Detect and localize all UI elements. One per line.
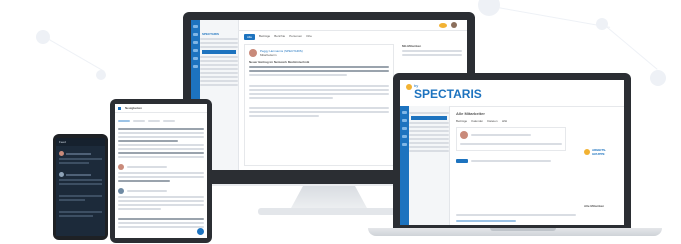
laptop-tab-calendar[interactable]: Kalender: [471, 119, 483, 123]
phone-screen: Feed: [56, 138, 105, 236]
tablet-compose-button[interactable]: [197, 228, 204, 235]
composer-avatar: [460, 131, 468, 139]
phone-post-avatar: [59, 151, 64, 156]
group-logo-line2: GRUPPE: [592, 152, 605, 156]
post-body: Neuer Beitrag im Netzwerk Medizintechnik: [249, 60, 310, 64]
background-dot: [96, 70, 106, 80]
monitor-stand-base: [258, 208, 400, 215]
post-author-avatar: [249, 49, 257, 57]
tablet-screen: Neuigkeiten: [115, 104, 207, 238]
logo-mark-icon: [406, 84, 412, 90]
laptop-tab-posts[interactable]: Beiträge: [456, 119, 467, 123]
laptop-notch: [490, 228, 556, 231]
laptop-app-sidebar: [400, 106, 409, 225]
tab-places[interactable]: Orte: [306, 34, 312, 40]
tablet-title: Neuigkeiten: [125, 106, 143, 110]
tablet-post-avatar: [118, 164, 124, 170]
post-card: Peggy Hermanns (SPECTARIS) Mitarbeiterin…: [244, 44, 394, 166]
tablet: Neuigkeiten: [110, 99, 212, 243]
desktop-nav-selected[interactable]: [202, 50, 236, 54]
smartphone: Feed: [53, 134, 108, 240]
laptop-right-panel-title: Alle Mitwirken: [584, 204, 605, 208]
laptop-page-title: Alle Mitarbeiter: [456, 112, 485, 116]
tablet-topbar: Neuigkeiten: [115, 104, 207, 113]
avatar[interactable]: [451, 22, 457, 28]
phone-topbar: Feed: [56, 138, 105, 146]
working-group-logo: ARBEITS- GRUPPE: [584, 148, 606, 156]
desktop-right-panel-title: Mit-Mitwirken: [402, 44, 422, 48]
tab-reports[interactable]: Berichte: [274, 34, 285, 40]
tab-all[interactable]: Alle: [244, 34, 256, 40]
background-dot: [650, 70, 666, 86]
logo-name: SPECTARIS: [414, 87, 482, 101]
laptop-screen: by SPECTARIS Alle Mitarbeiter Beiträge K…: [400, 80, 624, 225]
laptop-filter-button[interactable]: [456, 159, 468, 163]
background-line: [603, 24, 658, 70]
tablet-feed: [115, 113, 207, 233]
laptop-content: Alle Mitarbeiter Beiträge Kalender Datei…: [456, 112, 620, 225]
phone-feed: [56, 146, 105, 222]
background-line: [491, 6, 611, 28]
post-meta: Mitarbeiterin: [260, 53, 277, 57]
desktop-topbar: [238, 20, 467, 31]
phone-post-avatar: [59, 172, 64, 177]
laptop-nav-selected[interactable]: [411, 116, 447, 120]
tab-posts[interactable]: Beiträge: [259, 34, 270, 40]
group-logo-icon: [584, 149, 590, 155]
laptop-nav-column: [409, 106, 450, 225]
background-line: [43, 36, 105, 72]
tablet-menu-icon[interactable]: [118, 106, 121, 110]
phone-title: Feed: [59, 140, 66, 144]
desktop-nav-title: SPECTARIS: [202, 32, 219, 36]
laptop-composer[interactable]: [456, 127, 566, 151]
monitor-stand-neck: [290, 184, 368, 210]
tablet-post-avatar: [118, 188, 124, 194]
spectaris-logo: by SPECTARIS: [406, 84, 482, 100]
notification-icon[interactable]: [439, 23, 447, 28]
laptop-tab-wiki[interactable]: Wiki: [502, 119, 508, 123]
laptop: by SPECTARIS Alle Mitarbeiter Beiträge K…: [393, 73, 631, 229]
laptop-tab-files[interactable]: Dateien: [487, 119, 497, 123]
laptop-header: by SPECTARIS: [400, 80, 624, 107]
tab-people[interactable]: Personen: [289, 34, 302, 40]
desktop-right-panel: Mit-Mitwirken: [402, 44, 462, 58]
